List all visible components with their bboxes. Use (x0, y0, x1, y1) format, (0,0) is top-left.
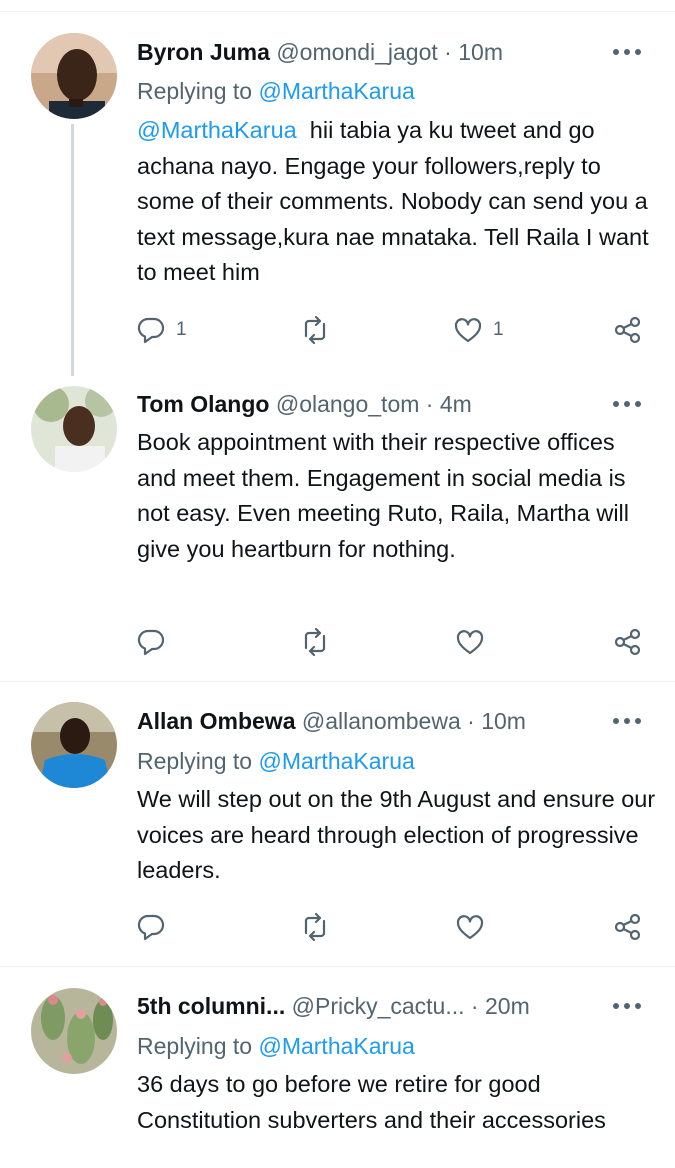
replying-label: Replying to (137, 748, 253, 774)
divider (0, 681, 675, 682)
tweet-header: Byron Juma @omondi_jagot · 10m (137, 38, 503, 66)
display-name[interactable]: 5th columni... (137, 993, 285, 1019)
reply-count: 1 (176, 319, 187, 340)
handle[interactable]: @olango_tom (276, 391, 420, 417)
replying-mention[interactable]: @MarthaKarua (258, 748, 414, 774)
tweet-actions (0, 910, 675, 944)
more-icon[interactable] (612, 47, 642, 57)
handle[interactable]: @allanombewa (302, 708, 461, 734)
top-divider (0, 11, 675, 12)
reply-icon (137, 629, 165, 656)
retweet-icon (304, 912, 326, 942)
avatar[interactable] (31, 988, 117, 1074)
replying-to: Replying to @MarthaKarua (137, 77, 415, 105)
tweet-header: 5th columni... @Pricky_cactu... · 20m (137, 992, 530, 1020)
like-icon (456, 630, 484, 655)
replying-label: Replying to (137, 1033, 253, 1059)
retweet-icon (304, 627, 326, 657)
reply-icon (137, 317, 165, 344)
separator: · (425, 391, 434, 417)
share-icon (614, 316, 641, 344)
more-icon[interactable] (612, 716, 642, 726)
separator: · (467, 708, 475, 734)
retweet-button[interactable] (300, 910, 330, 944)
reply-button[interactable] (136, 625, 166, 659)
like-button[interactable] (455, 910, 485, 944)
reply-button[interactable]: 1 (136, 313, 187, 347)
handle[interactable]: @omondi_jagot (276, 39, 437, 65)
avatar[interactable] (31, 33, 117, 119)
tweet-text: @MarthaKarua hii tabia ya ku tweet and g… (137, 113, 657, 291)
tweet-actions (0, 625, 675, 659)
tweet-actions: 1 1 (0, 313, 675, 347)
display-name[interactable]: Allan Ombewa (137, 708, 295, 734)
retweet-button[interactable] (300, 625, 330, 659)
reply-icon (137, 914, 165, 941)
separator: · (470, 993, 479, 1019)
reply-button[interactable] (136, 910, 166, 944)
tweet-text: 36 days to go before we retire for good … (137, 1071, 606, 1133)
divider (0, 966, 675, 967)
display-name[interactable]: Byron Juma (137, 39, 270, 65)
like-button[interactable]: 1 (453, 313, 504, 347)
mention-link[interactable]: @MarthaKarua (137, 117, 297, 143)
handle[interactable]: @Pricky_cactu... (292, 993, 465, 1019)
more-icon[interactable] (612, 1001, 642, 1011)
retweet-icon (304, 315, 326, 345)
share-icon (614, 913, 641, 941)
retweet-button[interactable] (300, 313, 330, 347)
more-icon[interactable] (612, 399, 642, 409)
avatar[interactable] (31, 386, 117, 472)
replying-to: Replying to @MarthaKarua (137, 1032, 415, 1060)
timestamp[interactable]: 4m (440, 391, 472, 417)
replying-label: Replying to (137, 78, 253, 104)
timestamp[interactable]: 10m (458, 39, 503, 65)
share-button[interactable] (613, 910, 643, 944)
like-button[interactable] (455, 625, 485, 659)
tweet-header: Allan Ombewa @allanombewa · 10m (137, 707, 526, 735)
tweet-header: Tom Olango @olango_tom · 4m (137, 390, 472, 418)
like-icon (456, 915, 484, 940)
avatar[interactable] (31, 702, 117, 788)
replying-to: Replying to @MarthaKarua (137, 747, 415, 775)
like-count: 1 (493, 319, 504, 340)
timestamp[interactable]: 20m (485, 993, 530, 1019)
share-button[interactable] (613, 313, 643, 347)
timestamp[interactable]: 10m (481, 708, 526, 734)
display-name[interactable]: Tom Olango (137, 391, 269, 417)
like-icon (454, 318, 482, 343)
tweet-text: Book appointment with their respective o… (137, 429, 629, 562)
share-button[interactable] (613, 625, 643, 659)
separator: · (444, 39, 452, 65)
tweet-text: We will step out on the 9th August and e… (137, 786, 656, 883)
share-icon (614, 628, 641, 656)
replying-mention[interactable]: @MarthaKarua (258, 78, 414, 104)
replying-mention[interactable]: @MarthaKarua (258, 1033, 414, 1059)
